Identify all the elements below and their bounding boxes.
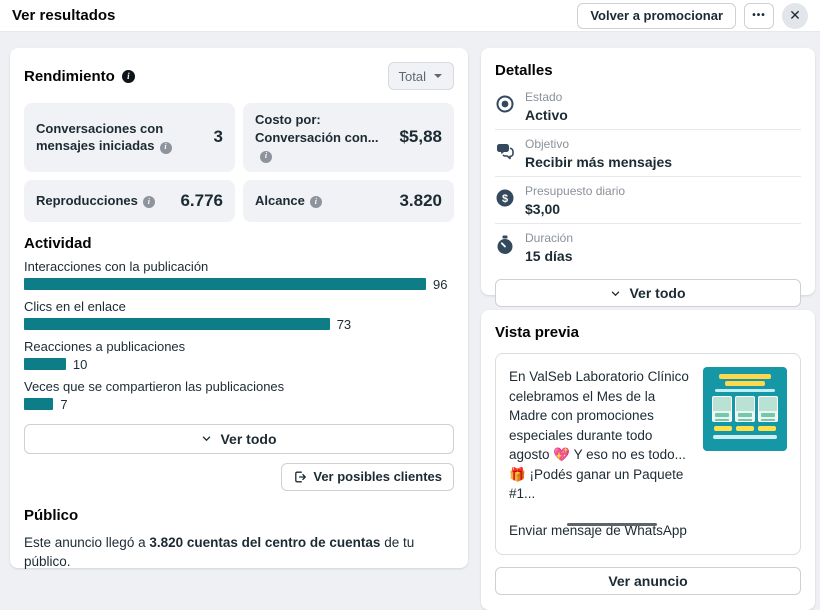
bar-reactions (24, 358, 66, 370)
period-selector-dropdown[interactable]: Total (388, 62, 454, 90)
promote-again-button[interactable]: Volver a promocionar (577, 3, 736, 29)
detail-value: Recibir más mensajes (525, 154, 672, 170)
preview-panel: Vista previa En ValSeb Laboratorio Clíni… (481, 310, 815, 610)
svg-text:$: $ (502, 193, 508, 205)
bar-label: Veces que se compartieron las publicacio… (24, 379, 454, 394)
metric-value: 3.820 (399, 191, 442, 211)
metric-value: 6.776 (180, 191, 223, 211)
metric-card-cost: Costo por: Conversación con... $5,88 (243, 103, 454, 172)
details-panel: Detalles Estado Activo Objetivo Recibir … (481, 48, 815, 295)
more-options-button[interactable]: ••• (744, 3, 774, 29)
info-icon[interactable] (260, 151, 272, 163)
detail-value: 15 días (525, 248, 573, 264)
see-all-label: Ver todo (220, 431, 276, 447)
ad-preview-text: En ValSeb Laboratorio Clínico celebramos… (509, 367, 693, 541)
performance-panel: Rendimiento Total Conversaciones con men… (10, 48, 468, 568)
audience-reach-count: 3.820 cuentas del centro de cuentas (149, 535, 380, 550)
detail-row-status: Estado Activo (495, 83, 801, 129)
ad-body-text: En ValSeb Laboratorio Clínico celebramos… (509, 367, 693, 504)
bar-value: 10 (73, 357, 87, 372)
caret-down-icon (433, 71, 443, 81)
metric-label: Conversaciones con mensajes iniciadas (36, 121, 163, 154)
ad-thumbnail-image (703, 367, 787, 451)
details-see-all-button[interactable]: Ver todo (495, 279, 801, 307)
chevron-down-icon (610, 288, 621, 299)
bar-value: 73 (337, 317, 351, 332)
page-title: Ver resultados (12, 7, 115, 24)
performance-title: Rendimiento (24, 68, 115, 85)
bar-interactions (24, 278, 426, 290)
metric-label: Costo por: Conversación con... (255, 112, 379, 145)
detail-value: $3,00 (525, 201, 625, 217)
bar-shares (24, 398, 53, 410)
bar-value: 7 (60, 397, 67, 412)
detail-row-budget: $ Presupuesto diario $3,00 (495, 176, 801, 223)
metric-value: 3 (214, 127, 223, 147)
bar-value: 96 (433, 277, 447, 292)
activity-bar-row: Clics en el enlace 73 (24, 299, 454, 332)
bar-link-clicks (24, 318, 330, 330)
info-icon[interactable] (143, 196, 155, 208)
dollar-coin-icon: $ (495, 188, 515, 208)
metric-value: $5,88 (399, 127, 442, 147)
activity-see-all-button[interactable]: Ver todo (24, 424, 454, 454)
metric-card-reach: Alcance 3.820 (243, 180, 454, 222)
top-bar: Ver resultados Volver a promocionar ••• … (0, 0, 820, 32)
chat-bubbles-icon (495, 141, 515, 161)
chevron-down-icon (201, 433, 212, 444)
audience-title: Público (24, 507, 454, 524)
view-leads-button[interactable]: Ver posibles clientes (281, 463, 454, 491)
detail-label: Estado (525, 90, 568, 104)
details-title: Detalles (495, 62, 801, 79)
topbar-actions: Volver a promocionar ••• ✕ (577, 3, 808, 29)
metric-cards: Conversaciones con mensajes iniciadas 3 … (24, 103, 454, 222)
info-icon[interactable] (310, 196, 322, 208)
stopwatch-icon (495, 235, 515, 255)
view-leads-label: Ver posibles clientes (313, 469, 442, 484)
detail-row-objective: Objetivo Recibir más mensajes (495, 129, 801, 176)
info-icon[interactable] (160, 142, 172, 154)
metric-card-plays: Reproducciones 6.776 (24, 180, 235, 222)
close-icon[interactable]: ✕ (782, 3, 808, 29)
activity-bar-row: Interacciones con la publicación 96 (24, 259, 454, 292)
activity-title: Actividad (24, 235, 454, 252)
detail-label: Objetivo (525, 137, 672, 151)
detail-row-duration: Duración 15 días (495, 223, 801, 270)
period-selector-label: Total (399, 69, 426, 84)
metric-card-conversations: Conversaciones con mensajes iniciadas 3 (24, 103, 235, 172)
activity-bar-row: Veces que se compartieron las publicacio… (24, 379, 454, 412)
activity-bar-row: Reacciones a publicaciones 10 (24, 339, 454, 372)
preview-title: Vista previa (495, 324, 801, 341)
status-radio-icon (495, 94, 515, 114)
detail-label: Duración (525, 231, 573, 245)
detail-label: Presupuesto diario (525, 184, 625, 198)
audience-text: Este anuncio llegó a 3.820 cuentas del c… (24, 534, 454, 572)
bar-label: Clics en el enlace (24, 299, 454, 314)
metric-label: Alcance (255, 193, 305, 208)
bar-label: Interacciones con la publicación (24, 259, 454, 274)
metric-label: Reproducciones (36, 193, 138, 208)
detail-value: Activo (525, 107, 568, 123)
bar-label: Reacciones a publicaciones (24, 339, 454, 354)
info-icon[interactable] (122, 70, 135, 83)
export-leads-icon (293, 470, 307, 484)
see-all-label: Ver todo (629, 285, 685, 301)
view-ad-button[interactable]: Ver anuncio (495, 567, 801, 595)
